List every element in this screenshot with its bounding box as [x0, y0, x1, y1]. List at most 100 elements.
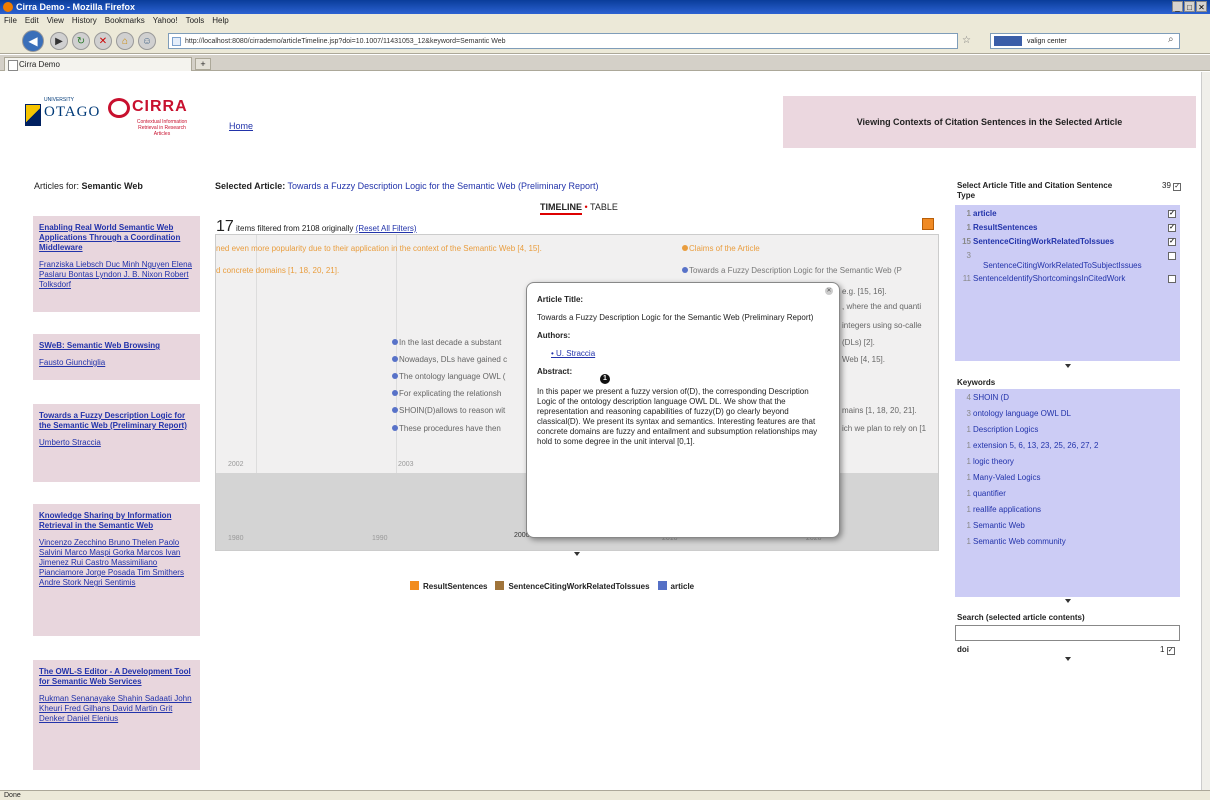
keyword-item[interactable]: 1 Semantic Web: [959, 521, 1176, 532]
keyword-item[interactable]: 1 reallife applications: [959, 505, 1176, 516]
page-scrollbar[interactable]: [1201, 72, 1210, 790]
keyword-item[interactable]: 1 logic theory: [959, 457, 1176, 468]
type-panel-expand-icon[interactable]: [1065, 364, 1071, 368]
article-title-link[interactable]: Towards a Fuzzy Description Logic for th…: [39, 411, 194, 431]
timeline-event[interactable]: , where the and quanti: [842, 302, 921, 311]
select-all-checkbox[interactable]: ✓: [1173, 183, 1182, 191]
article-authors[interactable]: Fausto Giunchiglia: [39, 358, 194, 368]
event-dot-icon: [392, 373, 398, 379]
timeline-event[interactable]: For explicating the relationsh: [392, 389, 501, 398]
minimize-button[interactable]: _: [1172, 1, 1183, 12]
type-item[interactable]: 3 SentenceCitingWorkRelatedToSubjectIssue…: [959, 251, 1176, 271]
timeline-event[interactable]: (DLs) [2].: [842, 338, 875, 347]
timeline-event[interactable]: Claims of the Article: [682, 244, 760, 253]
timeline-event[interactable]: mains [1, 18, 20, 21].: [842, 406, 917, 415]
maximize-button[interactable]: □: [1184, 1, 1195, 12]
tab-table[interactable]: TABLE: [590, 202, 618, 212]
timeline-event[interactable]: Web [4, 15].: [842, 355, 885, 364]
otago-logo[interactable]: OTAGO: [44, 104, 100, 121]
timeline-event[interactable]: SHOIN(D)allows to reason wit: [392, 406, 505, 415]
menu-help[interactable]: Help: [212, 14, 228, 28]
keyword-item[interactable]: 1 Many-Valed Logics: [959, 473, 1176, 484]
stop-icon[interactable]: ✕: [94, 32, 112, 50]
timeline-event[interactable]: integers using so-calle: [842, 321, 922, 330]
type-checkbox[interactable]: [1168, 252, 1176, 260]
timeline-event[interactable]: Nowadays, DLs have gained c: [392, 355, 507, 364]
keyword-item[interactable]: 3 ontology language OWL DL: [959, 409, 1176, 420]
type-checkbox[interactable]: ✓: [1168, 210, 1176, 218]
popup-abstract-label: Abstract:: [537, 367, 573, 376]
new-tab-button[interactable]: +: [195, 58, 211, 70]
doi-label[interactable]: doi: [957, 645, 969, 654]
url-bar[interactable]: http://localhost:8080/cirrademo/articleT…: [168, 33, 958, 49]
article-title-link[interactable]: Enabling Real World Semantic Web Applica…: [39, 223, 194, 253]
cirra-logo-icon: [108, 98, 130, 118]
close-window-button[interactable]: ✕: [1196, 1, 1207, 12]
article-title-link[interactable]: The OWL-S Editor - A Development Tool fo…: [39, 667, 194, 687]
menu-yahoo[interactable]: Yahoo!: [153, 14, 178, 28]
article-title-link[interactable]: SWeB: Semantic Web Browsing: [39, 341, 194, 351]
keyword-label: Semantic Web community: [973, 537, 1066, 546]
timeline-event[interactable]: The ontology language OWL (: [392, 372, 505, 381]
menu-tools[interactable]: Tools: [186, 14, 205, 28]
type-item[interactable]: 1 ResultSentences ✓: [959, 223, 1176, 234]
timeline-event[interactable]: ned even more popularity due to their ap…: [216, 244, 542, 253]
timeline-event[interactable]: d concrete domains [1, 18, 20, 21].: [216, 266, 339, 275]
tab-timeline[interactable]: TIMELINE: [540, 202, 582, 215]
article-authors[interactable]: Franziska Liebsch Duc Minh Nguyen Elena …: [39, 260, 194, 290]
type-item[interactable]: 1 article ✓: [959, 209, 1176, 220]
forward-button[interactable]: ▶: [50, 32, 68, 50]
article-authors[interactable]: Vincenzo Zecchino Bruno Thelen Paolo Sal…: [39, 538, 194, 588]
type-item[interactable]: 15 SentenceCitingWorkRelatedToIssues ✓: [959, 237, 1176, 248]
article-authors[interactable]: Umberto Straccia: [39, 438, 194, 448]
type-item[interactable]: 11 SentenceIdentifyShortcomingsInCitedWor…: [959, 274, 1176, 285]
back-button[interactable]: ◀: [22, 30, 44, 52]
type-checkbox[interactable]: ✓: [1168, 224, 1176, 232]
tab-cirra-demo[interactable]: Cirra Demo: [4, 57, 192, 71]
magnifier-icon[interactable]: ⌕: [1168, 34, 1174, 45]
user-icon[interactable]: ☺: [138, 32, 156, 50]
star-icon[interactable]: ☆: [962, 35, 971, 46]
search-engine-icon[interactable]: [994, 36, 1022, 46]
search-input[interactable]: valign center: [990, 33, 1180, 49]
reload-icon[interactable]: ↻: [72, 32, 90, 50]
type-checkbox[interactable]: ✓: [1168, 238, 1176, 246]
type-checkbox[interactable]: [1168, 275, 1176, 283]
close-icon[interactable]: ✕: [825, 287, 833, 295]
selected-article-title[interactable]: Towards a Fuzzy Description Logic for th…: [288, 181, 599, 191]
keyword-item[interactable]: 1 Description Logics: [959, 425, 1176, 436]
timeline-scroll-icon[interactable]: [574, 552, 580, 556]
export-icon[interactable]: [922, 218, 934, 230]
article-authors[interactable]: Rukman Senanayake Shahin Sadaati John Kh…: [39, 694, 194, 724]
event-dot-icon: [392, 425, 398, 431]
menu-file[interactable]: File: [4, 14, 17, 28]
home-icon[interactable]: ⌂: [116, 32, 134, 50]
timeline-event[interactable]: Towards a Fuzzy Description Logic for th…: [682, 266, 902, 275]
menu-edit[interactable]: Edit: [25, 14, 39, 28]
search-expand-icon[interactable]: [1065, 657, 1071, 661]
timeline-event[interactable]: These procedures have then: [392, 424, 501, 433]
event-text: Claims of the Article: [689, 244, 760, 253]
article-title-link[interactable]: Knowledge Sharing by Information Retriev…: [39, 511, 194, 531]
keyword-item[interactable]: 1 quantifier: [959, 489, 1176, 500]
legend-label: ResultSentences: [423, 582, 488, 591]
reset-filters-link[interactable]: (Reset All Filters): [356, 224, 417, 233]
timeline-event[interactable]: e.g. [15, 16].: [842, 287, 886, 296]
keyword-item[interactable]: 4 SHOIN (D: [959, 393, 1176, 404]
article-search-input[interactable]: [955, 625, 1180, 641]
timeline-event[interactable]: ich we plan to rely on [1: [842, 424, 926, 433]
keyword-item[interactable]: 1 Semantic Web community: [959, 537, 1176, 548]
keywords-expand-icon[interactable]: [1065, 599, 1071, 603]
doi-checkbox[interactable]: ✓: [1166, 647, 1175, 655]
keyword-item[interactable]: 1 extension 5, 6, 13, 23, 25, 26, 27, 2: [959, 441, 1176, 452]
popup-authors-label: Authors:: [537, 331, 571, 340]
menu-view[interactable]: View: [47, 14, 64, 28]
home-link[interactable]: Home: [229, 121, 253, 131]
popup-author-link[interactable]: • U. Straccia: [551, 349, 829, 359]
cirra-logo[interactable]: CIRRA: [132, 98, 188, 116]
menu-history[interactable]: History: [72, 14, 97, 28]
keyword-label: ontology language OWL DL: [973, 409, 1071, 418]
menu-bookmarks[interactable]: Bookmarks: [105, 14, 145, 28]
timeline-event[interactable]: In the last decade a substant: [392, 338, 501, 347]
keyword-count: 1: [966, 441, 971, 450]
